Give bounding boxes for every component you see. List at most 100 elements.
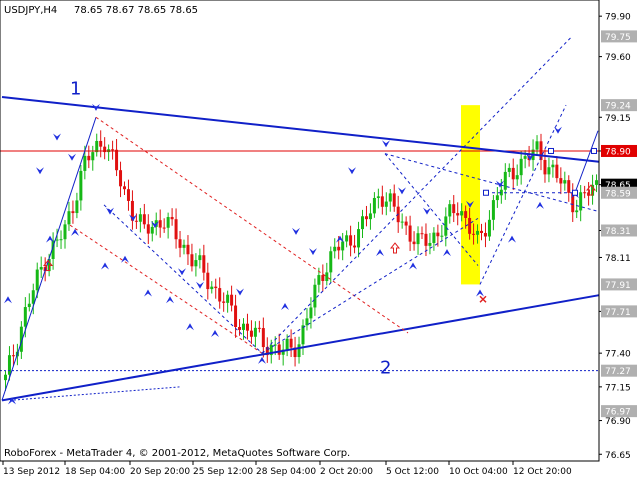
x-tick-label: 2 Oct 20:00	[320, 467, 373, 477]
candle-body	[583, 192, 587, 194]
candle-body	[242, 323, 245, 330]
candle-body	[460, 211, 464, 216]
candle-body	[472, 233, 476, 235]
chart-background	[0, 0, 640, 480]
candle-body	[79, 170, 83, 201]
candle-body	[317, 275, 321, 285]
price-badge-label: 76.97	[605, 408, 631, 418]
candle-body	[190, 254, 194, 267]
candle-body	[178, 239, 182, 248]
candle-body	[515, 175, 519, 180]
candle-body	[511, 167, 515, 180]
square-marker	[591, 147, 597, 154]
candle-body	[535, 141, 539, 150]
price-badge-label: 77.71	[605, 308, 631, 318]
candle-body	[4, 374, 7, 381]
y-tick-label: 79.60	[605, 53, 631, 63]
candle-body	[230, 294, 234, 306]
candle-body	[325, 272, 329, 281]
y-tick-label: 76.90	[605, 417, 631, 427]
candle-body	[238, 327, 242, 330]
x-tick-label: 18 Sep 04:00	[65, 467, 125, 477]
price-badge-label: 79.75	[605, 33, 631, 43]
candle-body	[277, 344, 281, 355]
candle-body	[226, 294, 230, 303]
candle-body	[468, 217, 472, 234]
x-tick-label: 28 Sep 04:00	[256, 467, 316, 477]
candle-body	[563, 180, 567, 184]
y-tick-label: 77.15	[605, 383, 631, 393]
price-chart[interactable]: 12 79.9079.6079.1578.9078.6578.3178.1177…	[0, 0, 640, 480]
candle-body	[575, 210, 579, 213]
candle-body	[337, 246, 341, 251]
candle-body	[321, 275, 325, 281]
candle-body	[483, 232, 487, 237]
candle-body	[206, 272, 210, 290]
candle-body	[579, 192, 583, 211]
candle-body	[222, 301, 226, 303]
candle-body	[448, 204, 452, 217]
candle-body	[420, 233, 424, 235]
price-badge-label: 78.59	[605, 189, 631, 199]
candle-body	[372, 197, 376, 214]
candle-body	[444, 216, 448, 236]
candle-body	[39, 267, 43, 270]
candle-body	[491, 200, 495, 220]
candle-body	[253, 327, 257, 337]
candle-body	[186, 244, 190, 255]
candle-body	[35, 269, 39, 291]
candle-body	[7, 355, 11, 375]
candle-body	[91, 152, 95, 161]
candle-body	[329, 251, 333, 273]
candle-body	[432, 232, 436, 243]
candle-body	[75, 200, 79, 214]
candle-body	[27, 303, 31, 308]
chart-window[interactable]: 12 79.9079.6079.1578.9078.6578.3178.1177…	[0, 0, 640, 480]
candle-body	[368, 213, 372, 220]
candle-body	[341, 241, 345, 251]
candle-body	[428, 242, 432, 246]
candle-body	[162, 227, 166, 229]
candle-body	[408, 225, 412, 242]
candle-body	[412, 241, 416, 245]
x-tick-label: 10 Oct 04:00	[449, 467, 508, 477]
candle-body	[400, 221, 404, 223]
candle-body	[23, 307, 27, 327]
candle-body	[71, 211, 75, 214]
candle-body	[547, 167, 551, 175]
symbol-timeframe: USDJPY,H4	[4, 5, 57, 16]
candle-body	[480, 230, 483, 233]
candle-body	[55, 239, 59, 241]
candle-body	[174, 219, 178, 240]
ohlc-readout: 78.65 78.67 78.65 78.65	[74, 5, 198, 16]
candle-body	[289, 338, 293, 348]
candle-body	[99, 140, 103, 147]
y-tick-label: 77.40	[605, 350, 631, 360]
candle-body	[63, 224, 67, 240]
candle-body	[416, 233, 420, 245]
candle-body	[361, 216, 364, 230]
candle-body	[83, 155, 87, 171]
candle-body	[476, 230, 480, 235]
square-marker	[548, 147, 554, 154]
highlight-zone	[461, 105, 480, 285]
candle-body	[380, 196, 384, 207]
candle-body	[523, 156, 527, 159]
square-marker	[572, 189, 578, 196]
y-tick-label: 78.11	[605, 254, 631, 264]
candle-body	[123, 186, 126, 190]
candle-body	[158, 220, 162, 228]
y-tick-label: 79.90	[605, 13, 631, 23]
candle-body	[87, 155, 91, 161]
candle-body	[249, 330, 253, 337]
wave-label: 1	[70, 78, 81, 99]
candle-body	[198, 255, 202, 261]
candle-body	[182, 244, 186, 248]
x-tick-label: 20 Sep 20:00	[130, 467, 190, 477]
candle-body	[543, 159, 547, 175]
candle-body	[404, 221, 408, 226]
candle-body	[95, 140, 99, 153]
x-tick-label: 25 Sep 12:00	[193, 467, 253, 477]
candle-body	[503, 171, 507, 190]
price-badge-label: 77.91	[605, 281, 631, 291]
